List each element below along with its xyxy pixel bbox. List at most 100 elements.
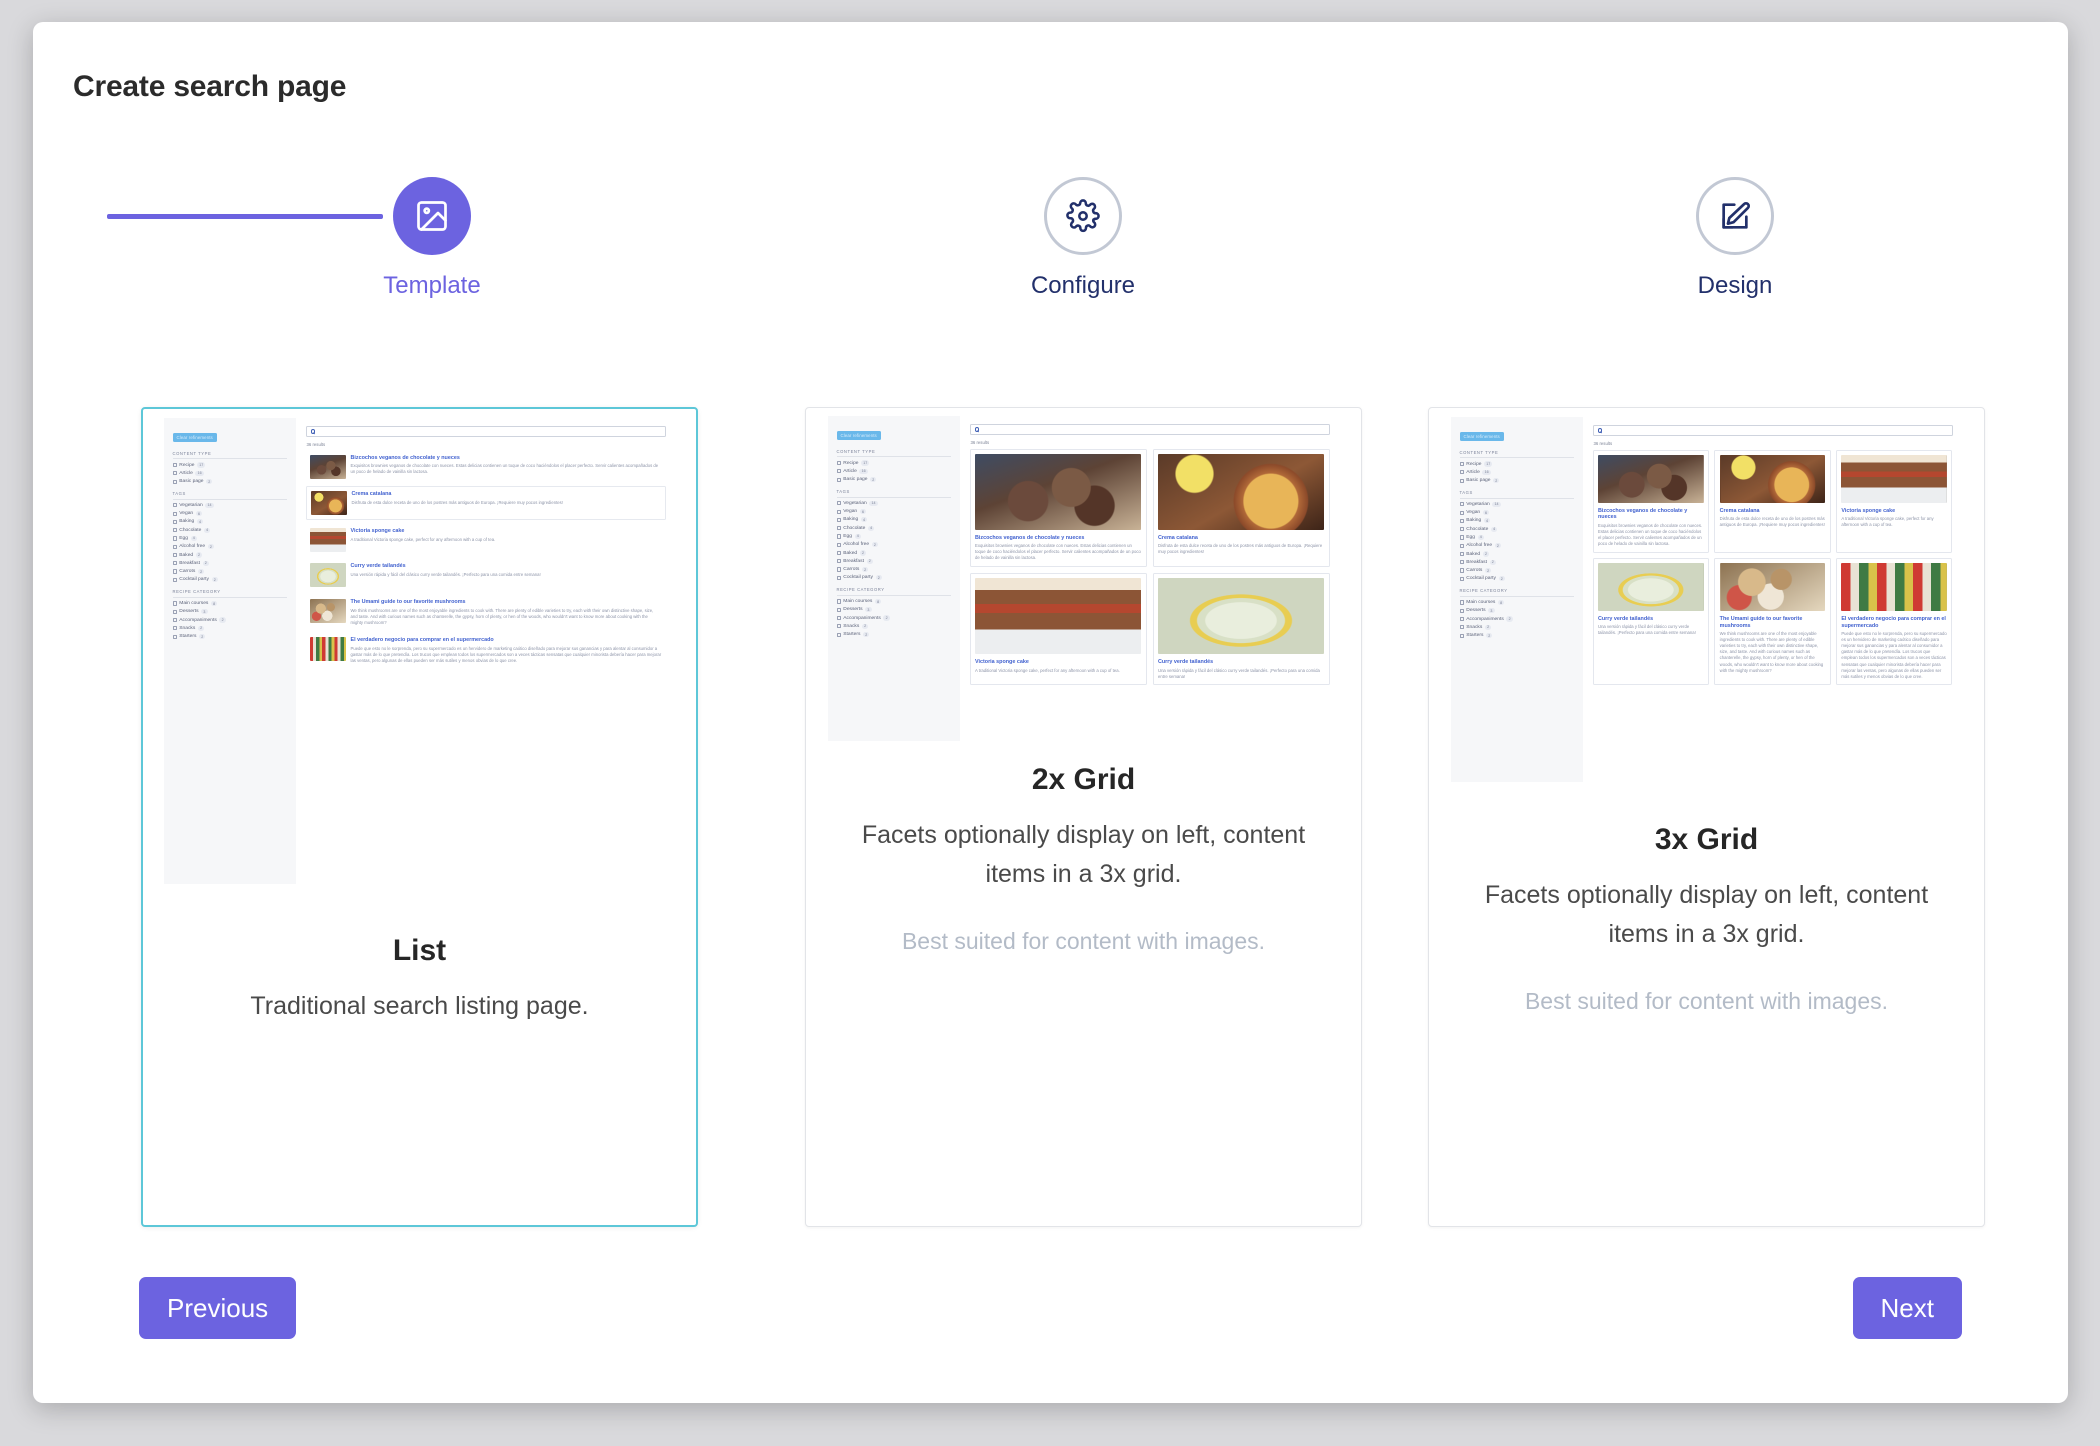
step-design-circle[interactable]	[1696, 177, 1774, 255]
facet-checkbox[interactable]	[836, 575, 841, 580]
facet-option[interactable]: Baking 4	[836, 517, 951, 523]
facet-checkbox[interactable]	[836, 632, 841, 637]
facet-option[interactable]: Carrots 2	[1459, 567, 1574, 574]
facet-checkbox[interactable]	[1459, 616, 1464, 622]
facet-checkbox[interactable]	[1459, 560, 1464, 565]
facet-option[interactable]: Accompaniments 2	[172, 617, 287, 623]
grid-item[interactable]: Bizcochos veganos de chocolate y nueces …	[1592, 449, 1710, 553]
facet-option[interactable]: Carrots 2	[836, 566, 951, 573]
result-title[interactable]: Victoria sponge cake	[975, 659, 1141, 666]
facet-checkbox[interactable]	[1459, 543, 1464, 548]
facet-checkbox[interactable]	[1459, 535, 1464, 540]
facet-option[interactable]: Snacks 2	[1459, 624, 1574, 630]
result-title[interactable]: Curry verde tailandés	[1598, 616, 1704, 623]
stepper-step-configure[interactable]: Configure	[933, 177, 1233, 300]
facet-checkbox[interactable]	[1459, 527, 1464, 532]
facet-checkbox[interactable]	[172, 617, 177, 623]
facet-option[interactable]: Egg 4	[836, 533, 951, 540]
facet-checkbox[interactable]	[172, 552, 177, 558]
facet-option[interactable]: Starters 2	[172, 634, 287, 640]
facet-option[interactable]: Breakfast 2	[172, 560, 287, 566]
facet-checkbox[interactable]	[1459, 625, 1464, 630]
facet-option[interactable]: Main courses 8	[836, 598, 951, 605]
result-title[interactable]: The Umami guide to our favorite mushroom…	[1720, 616, 1826, 630]
stepper-step-template[interactable]: Template	[282, 177, 582, 300]
grid-item[interactable]: Victoria sponge cake A traditional Victo…	[1835, 449, 1953, 553]
list-item[interactable]: Bizcochos veganos de chocolate y nueces …	[306, 451, 666, 483]
next-button[interactable]: Next	[1852, 1277, 1962, 1339]
facet-checkbox[interactable]	[1459, 461, 1464, 467]
result-title[interactable]: Crema catalana	[352, 491, 563, 498]
facet-checkbox[interactable]	[1459, 551, 1464, 557]
facet-checkbox[interactable]	[1459, 470, 1464, 475]
facet-checkbox[interactable]	[172, 561, 177, 566]
result-title[interactable]: Curry verde tailandés	[351, 563, 541, 570]
grid-item[interactable]: The Umami guide to our favorite mushroom…	[1714, 557, 1831, 686]
facet-option[interactable]: Basic page 2	[1459, 478, 1574, 484]
facet-checkbox[interactable]	[1459, 576, 1464, 581]
facet-option[interactable]: Recipe 17	[172, 462, 287, 468]
list-item[interactable]: Victoria sponge cake A traditional Victo…	[306, 524, 666, 556]
facet-checkbox[interactable]	[172, 511, 177, 516]
preview-search-input[interactable]	[305, 426, 666, 437]
facet-option[interactable]: Breakfast 2	[836, 558, 951, 564]
facet-option[interactable]: Baking 4	[172, 519, 287, 525]
stepper-step-design[interactable]: Design	[1585, 177, 1885, 300]
facet-checkbox[interactable]	[172, 601, 177, 606]
result-title[interactable]: Curry verde tailandés	[1158, 659, 1324, 666]
facet-option[interactable]: Starters 2	[1459, 633, 1574, 639]
facet-option[interactable]: Basic page 2	[836, 477, 951, 483]
grid-item[interactable]: El verdadero negocio para comprar en el …	[1835, 557, 1953, 686]
facet-checkbox[interactable]	[172, 626, 177, 631]
facet-checkbox[interactable]	[836, 469, 841, 474]
grid-item[interactable]: Crema catalana Disfruta de esta dulce re…	[1714, 449, 1831, 553]
facet-checkbox[interactable]	[836, 550, 841, 556]
facet-option[interactable]: Article 16	[1459, 469, 1574, 475]
facet-option[interactable]: Vegetarian 14	[172, 502, 287, 508]
facet-option[interactable]: Baked 2	[1459, 551, 1574, 557]
facet-checkbox[interactable]	[836, 624, 841, 629]
facet-checkbox[interactable]	[836, 509, 841, 514]
facet-checkbox[interactable]	[172, 528, 177, 533]
facet-option[interactable]: Recipe 17	[836, 460, 951, 466]
step-template-circle[interactable]	[393, 177, 471, 255]
facet-option[interactable]: Recipe 17	[1459, 461, 1574, 467]
facet-checkbox[interactable]	[836, 534, 841, 539]
facet-option[interactable]: Vegan 6	[172, 511, 287, 517]
facet-checkbox[interactable]	[172, 479, 177, 484]
template-card-list[interactable]: Clear refinements CONTENT TYPE Recipe 17 …	[141, 407, 698, 1227]
facet-option[interactable]: Baked 2	[836, 550, 951, 556]
result-title[interactable]: Crema catalana	[1158, 535, 1324, 542]
facet-option[interactable]: Breakfast 2	[1459, 559, 1574, 565]
facet-option[interactable]: Baking 4	[1459, 518, 1574, 524]
grid-item[interactable]: Curry verde tailandés Una versión rápida…	[1152, 572, 1330, 686]
facet-checkbox[interactable]	[1459, 518, 1464, 523]
facet-option[interactable]: Article 16	[172, 470, 287, 476]
facet-checkbox[interactable]	[172, 471, 177, 476]
result-title[interactable]: Bizcochos veganos de chocolate y nueces	[1598, 508, 1704, 522]
template-card-grid-2x[interactable]: Clear refinements CONTENT TYPE Recipe 17 …	[805, 407, 1362, 1227]
facet-checkbox[interactable]	[1459, 600, 1464, 605]
facet-option[interactable]: Cocktail party 2	[836, 575, 951, 581]
facet-option[interactable]: Egg 4	[1459, 534, 1574, 541]
facet-checkbox[interactable]	[836, 517, 841, 522]
facet-checkbox[interactable]	[836, 599, 841, 604]
preview-search-input[interactable]	[969, 424, 1330, 435]
facet-option[interactable]: Baked 2	[172, 552, 287, 558]
facet-option[interactable]: Cocktail party 2	[1459, 576, 1574, 582]
grid-item[interactable]: Victoria sponge cake A traditional Victo…	[969, 572, 1147, 686]
facet-checkbox[interactable]	[836, 559, 841, 564]
facet-checkbox[interactable]	[836, 615, 841, 621]
preview-search-input[interactable]	[1592, 425, 1953, 436]
facet-checkbox[interactable]	[172, 634, 177, 639]
template-card-grid-3x[interactable]: Clear refinements CONTENT TYPE Recipe 17 …	[1428, 407, 1985, 1227]
facet-option[interactable]: Chocolate 4	[1459, 526, 1574, 532]
facet-option[interactable]: Chocolate 4	[172, 527, 287, 533]
facet-checkbox[interactable]	[1459, 633, 1464, 638]
facet-option[interactable]: Desserts 3	[172, 609, 287, 615]
facet-option[interactable]: Chocolate 4	[836, 525, 951, 531]
result-title[interactable]: El verdadero negocio para comprar en el …	[351, 637, 662, 644]
clear-refinements-button[interactable]: Clear refinements	[836, 430, 881, 441]
clear-refinements-button[interactable]: Clear refinements	[1459, 431, 1504, 442]
list-item[interactable]: Curry verde tailandés Una versión rápida…	[306, 559, 666, 591]
